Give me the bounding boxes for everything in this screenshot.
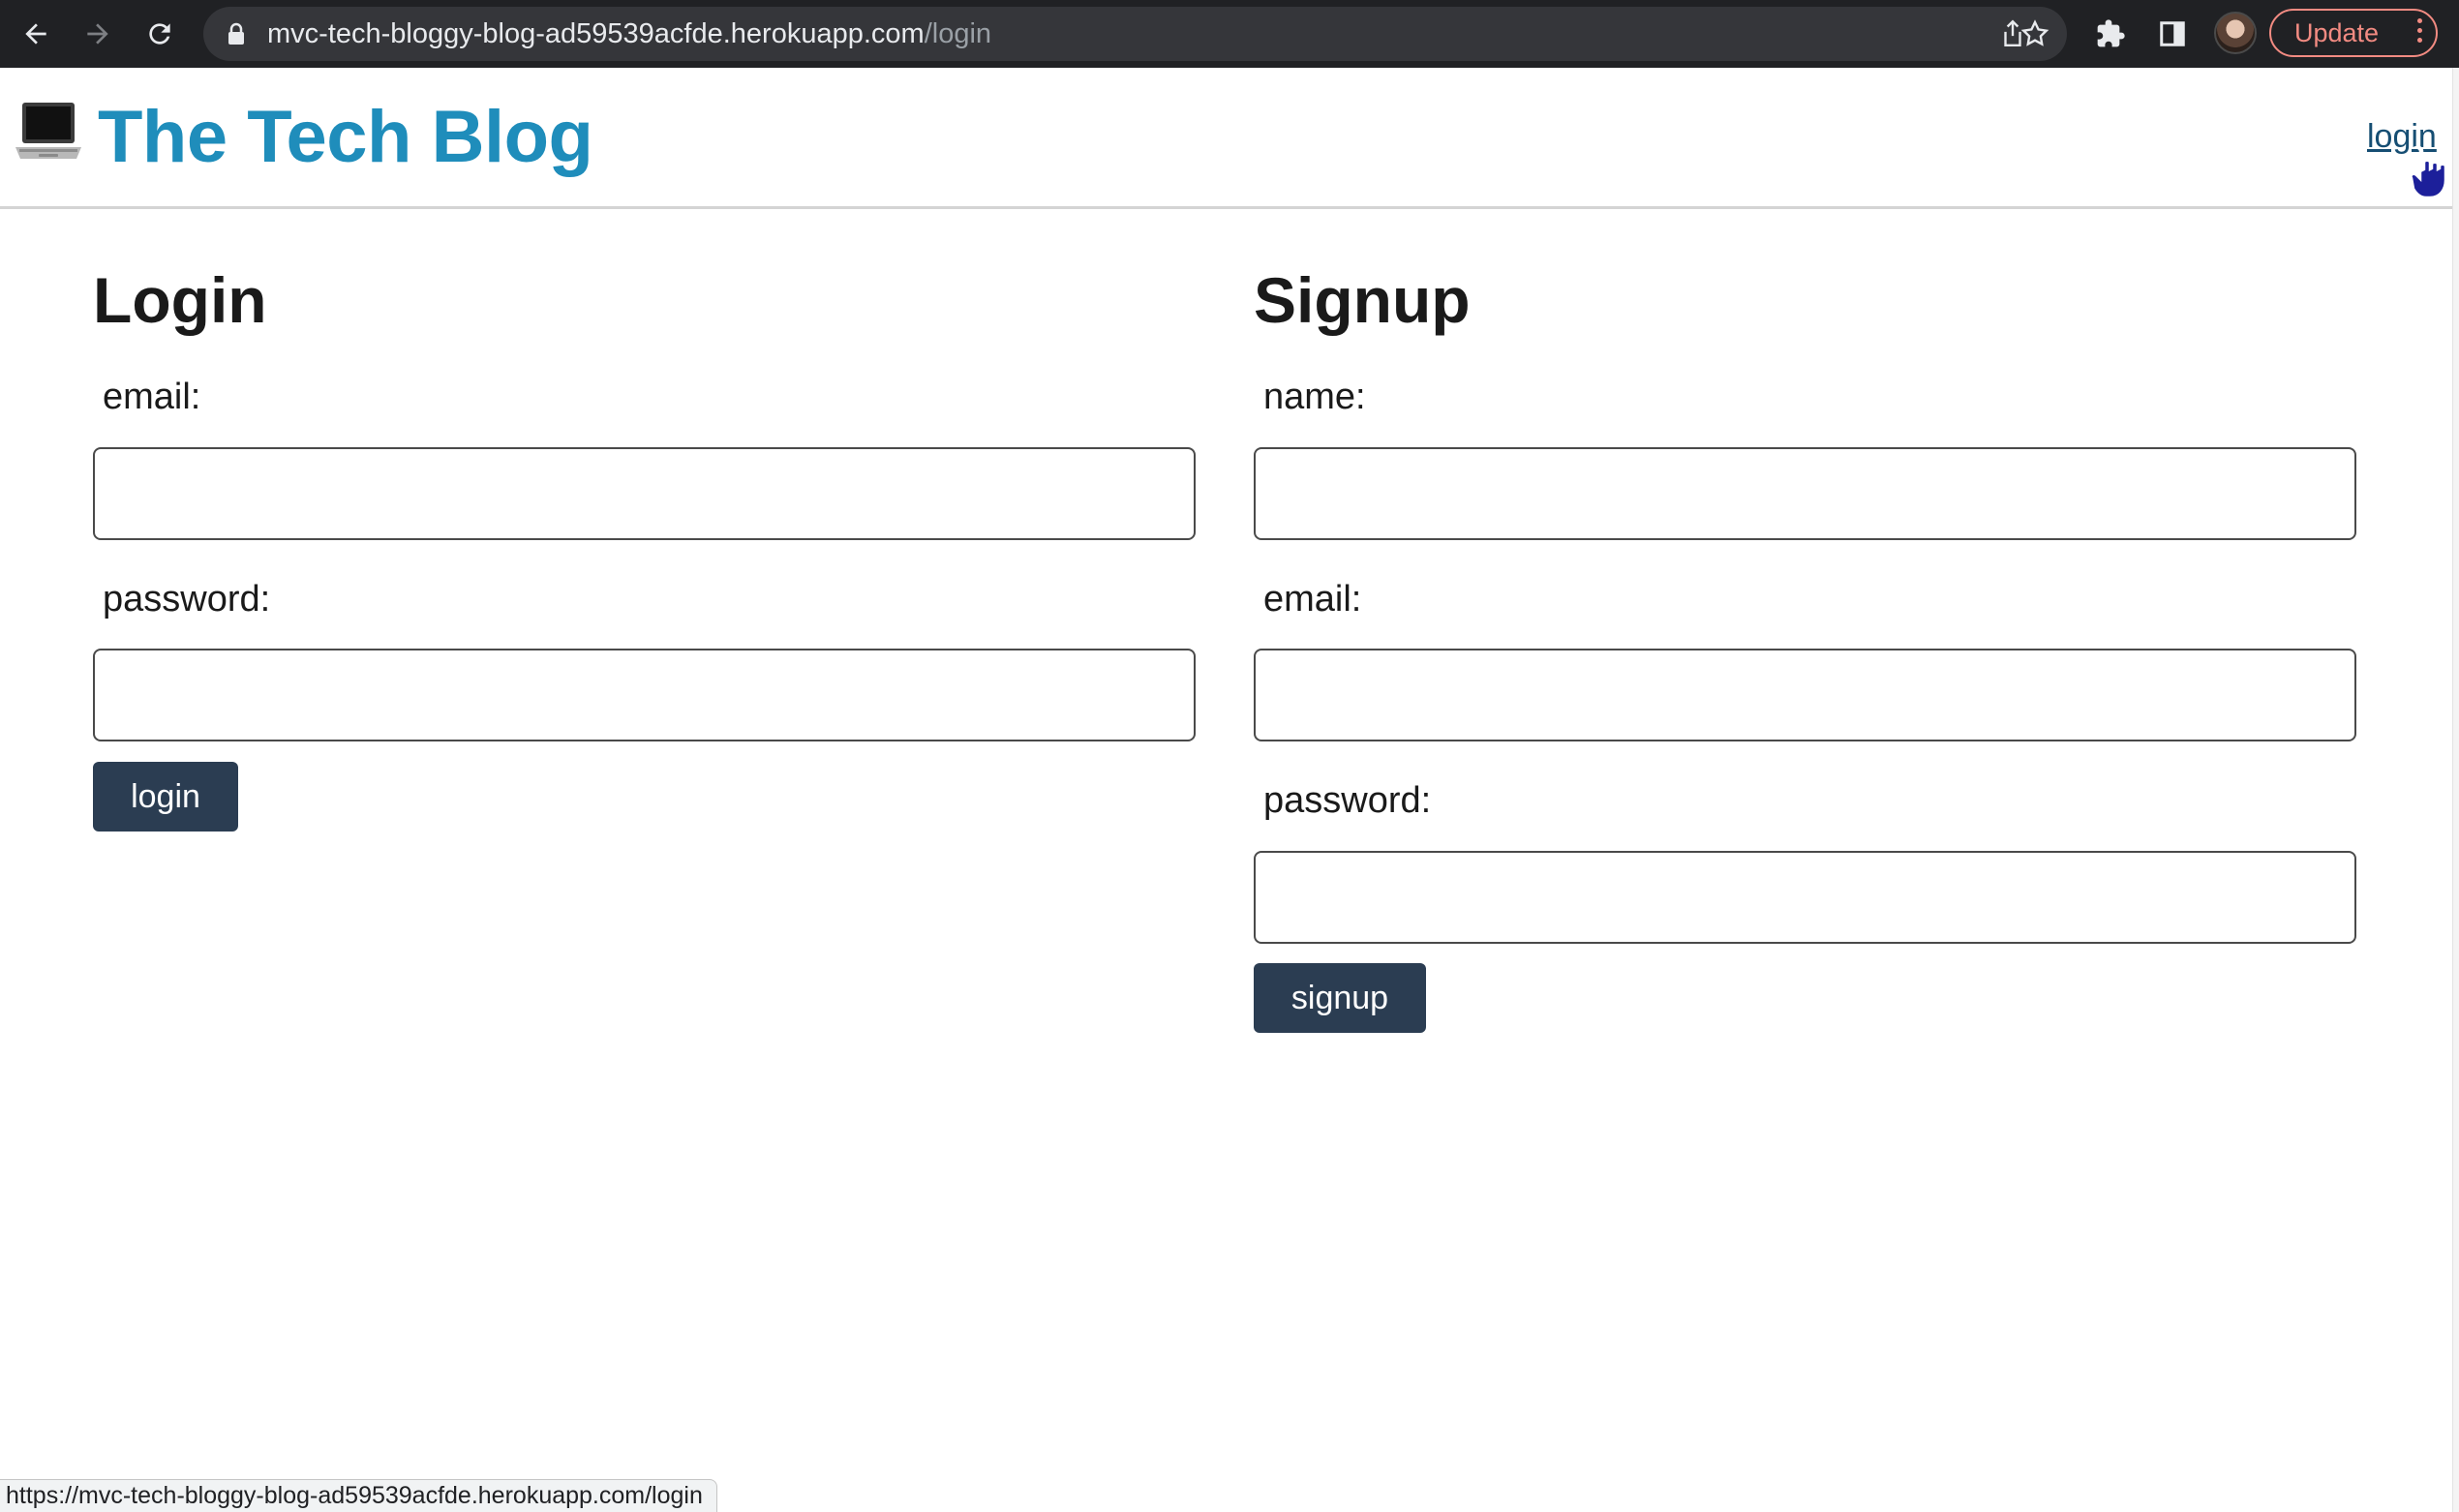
- signup-email-label: email:: [1263, 579, 1362, 620]
- signup-password-input[interactable]: [1254, 851, 2356, 944]
- link-status-bar: https://mvc-tech-bloggy-blog-ad59539acfd…: [0, 1479, 717, 1512]
- signup-password-label: password:: [1263, 780, 1432, 821]
- profile-avatar[interactable]: [2214, 12, 2257, 54]
- menu-dots-icon[interactable]: [2417, 18, 2422, 43]
- login-heading: Login: [93, 264, 267, 336]
- site-title[interactable]: The Tech Blog: [98, 95, 593, 179]
- bookmark-star-icon[interactable]: [2016, 15, 2054, 53]
- login-email-input[interactable]: [93, 447, 1196, 540]
- url-path: /login: [924, 17, 992, 49]
- signup-name-label: name:: [1263, 377, 1366, 417]
- login-form: Login email: password: login: [93, 209, 1196, 887]
- browser-toolbar: mvc-tech-bloggy-blog-ad59539acfde.heroku…: [0, 0, 2459, 68]
- reload-icon[interactable]: [137, 12, 182, 56]
- login-password-input[interactable]: [93, 649, 1196, 741]
- extensions-icon[interactable]: [2091, 15, 2130, 53]
- url-host: mvc-tech-bloggy-blog-ad59539acfde.heroku…: [267, 17, 925, 49]
- login-button[interactable]: login: [93, 762, 238, 832]
- signup-email-input[interactable]: [1254, 649, 2356, 741]
- update-button[interactable]: Update: [2269, 9, 2438, 57]
- side-panel-icon[interactable]: [2153, 15, 2192, 53]
- login-password-label: password:: [103, 579, 271, 620]
- signup-button[interactable]: signup: [1254, 963, 1426, 1033]
- back-arrow-icon[interactable]: [14, 12, 58, 56]
- signup-name-input[interactable]: [1254, 447, 2356, 540]
- address-bar[interactable]: mvc-tech-bloggy-blog-ad59539acfde.heroku…: [203, 7, 2067, 61]
- update-label: Update: [2294, 17, 2380, 47]
- signup-form: Signup name: email: password: signup: [1254, 209, 2356, 1080]
- forward-arrow-icon[interactable]: [76, 12, 120, 56]
- page-scrollbar[interactable]: [2452, 68, 2459, 1512]
- login-email-label: email:: [103, 377, 201, 417]
- signup-heading: Signup: [1254, 264, 1471, 336]
- site-header: The Tech Blog login: [0, 68, 2459, 209]
- lock-icon[interactable]: [227, 22, 246, 45]
- laptop-icon: [15, 103, 81, 159]
